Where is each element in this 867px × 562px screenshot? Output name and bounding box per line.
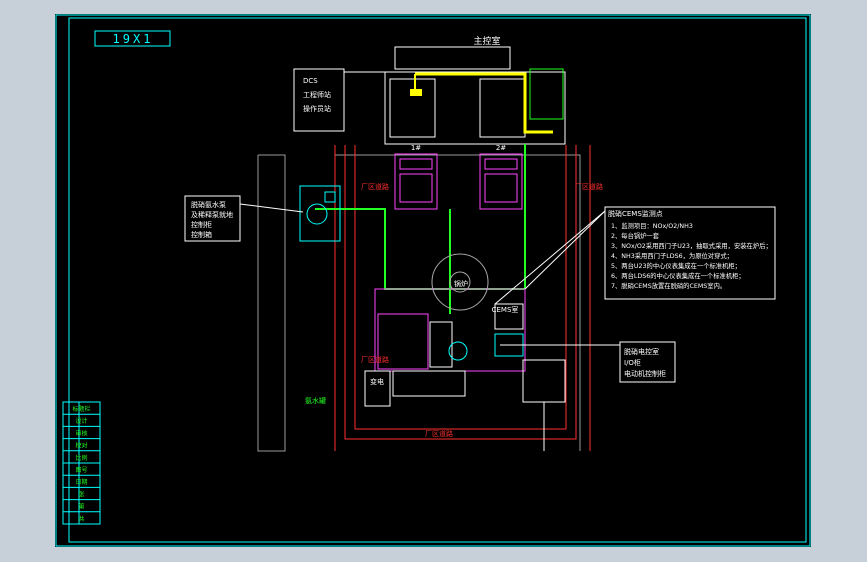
dcs-note: DCS 工程师站 操作员站 <box>293 68 455 132</box>
cems-note-item: 4、NH3采用西门子LDS6，为原位对穿式； <box>611 251 733 260</box>
pump-line1: 脱硝氨水泵 <box>191 200 226 209</box>
cems-note-item: 2、每台锅炉一套 <box>611 231 660 240</box>
pump-line2: 及稀释泵就地 <box>191 210 233 219</box>
boiler-label: 锅炉 <box>454 279 468 288</box>
wall-label-a: 厂区道路 <box>361 182 389 191</box>
cems-note: 脱硝CEMS监测点 1、监测项目：NOx/O2/NH32、每台锅炉一套3、NOx… <box>494 206 776 305</box>
pump-line3: 控制柜 <box>191 220 212 229</box>
wall-label-c: 厂区道路 <box>361 355 389 364</box>
cad-drawing: 19X1 标题栏设计审核校对比例图号日期张第共 主控室 1# 2# CEMS室 … <box>55 14 811 547</box>
dcs-line2: 工程师站 <box>303 90 331 99</box>
title-block-row: 校对 <box>75 442 87 450</box>
pump-station <box>299 185 341 242</box>
title-block-row: 比例 <box>75 454 87 462</box>
boiler-units <box>394 153 523 210</box>
title-block-row: 第 <box>78 503 84 511</box>
cems-note-item: 3、NOx/O2采用西门子U23，抽取式采用，安装在炉后； <box>611 241 772 250</box>
unit1-label: 1# <box>411 144 421 152</box>
title-block-row: 日期 <box>75 478 87 486</box>
wall-label-b: 厂区道路 <box>575 182 603 191</box>
outer-frame <box>55 14 811 547</box>
title-block-row: 张 <box>78 490 84 498</box>
cems-note-item: 1、监测项目：NOx/O2/NH3 <box>611 221 693 230</box>
cems-title: 脱硝CEMS监测点 <box>608 209 663 218</box>
dcs-line1: DCS <box>303 77 318 85</box>
title-block-row: 图号 <box>75 467 87 474</box>
title-block-row: 审核 <box>75 429 87 437</box>
io-line3: 电动机控制柜 <box>624 369 666 378</box>
cems-note-item: 6、两台LDS6的中心仪表集成在一个标准机柜； <box>611 271 745 280</box>
drawing-sheet: 19X1 标题栏 设计 审核 校对 比例 图号 日期张第共 主控室 1# 2# … <box>55 14 811 547</box>
pump-line4: 控制箱 <box>191 230 212 239</box>
unit2-label: 2# <box>496 144 506 152</box>
title-block-row: 设计 <box>75 417 87 425</box>
io-line2: I/O柜 <box>624 358 641 367</box>
frame-code: 19X1 <box>113 32 154 46</box>
control-room: 主控室 <box>384 35 566 145</box>
inner-frame <box>68 17 807 543</box>
io-line1: 脱硝电控室 <box>624 347 659 356</box>
cems-room-label: CEMS室 <box>492 305 519 314</box>
wall-label-d: 厂区道路 <box>425 429 453 438</box>
tank-label: 氨水罐 <box>305 396 326 405</box>
cems-note-item: 7、脱硝CEMS放置在脱硝的CEMS室内。 <box>611 281 726 290</box>
title-block-row: 标题栏 <box>72 405 90 413</box>
cems-note-item: 5、两台U23的中心仪表集成在一个标准机柜； <box>611 261 741 270</box>
io-cabinet-note: 脱硝电控室 I/O柜 电动机控制柜 <box>500 341 676 383</box>
site-boundary <box>257 154 581 452</box>
title-block-row: 共 <box>78 515 84 523</box>
dcs-line3: 操作员站 <box>303 104 331 113</box>
substation-label: 变电 <box>370 377 384 386</box>
control-room-title: 主控室 <box>473 35 500 47</box>
